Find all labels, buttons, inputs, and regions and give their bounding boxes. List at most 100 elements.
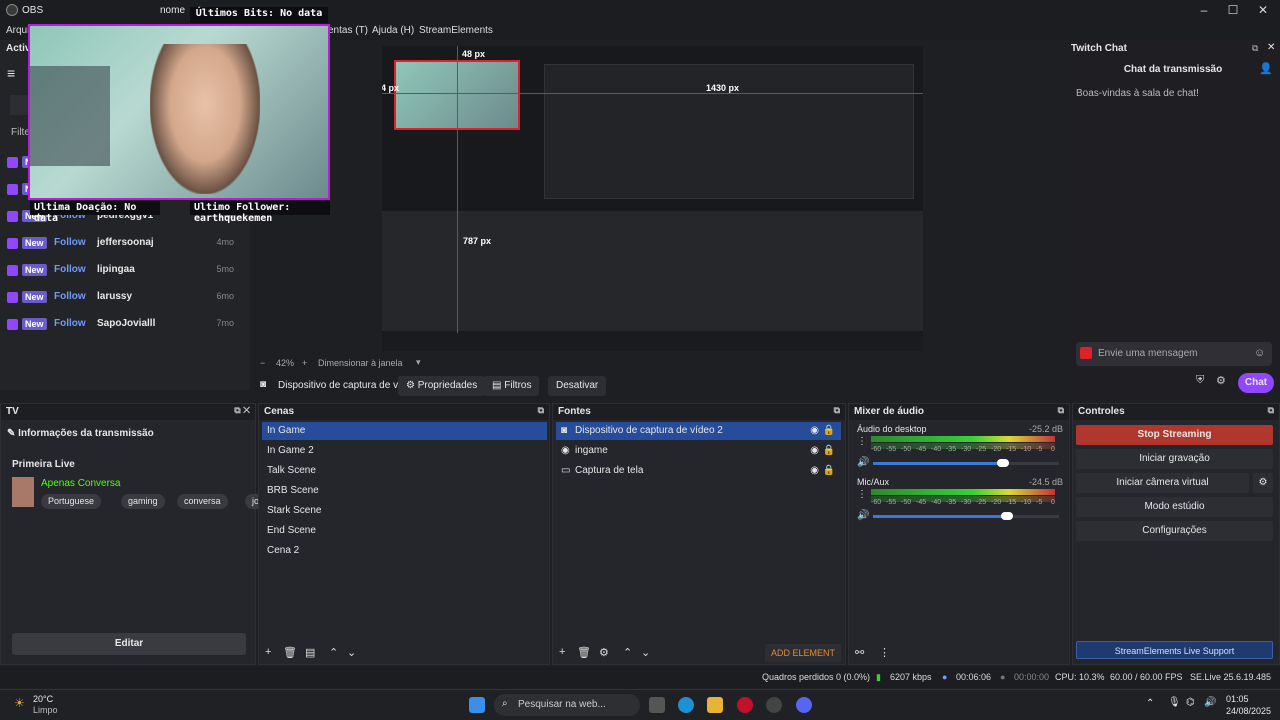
virtual-camera-button[interactable]: Iniciar câmera virtual	[1076, 473, 1249, 493]
float-icon[interactable]: ⧉	[538, 405, 544, 416]
eye-icon[interactable]: ◉	[810, 422, 819, 440]
pause-button[interactable]	[10, 95, 30, 115]
maximize-icon[interactable]: ☐	[1218, 3, 1248, 17]
network-icon[interactable]: ⌬	[1186, 697, 1195, 708]
scene-item[interactable]: End Scene	[262, 522, 547, 540]
menu-hamburger-icon[interactable]: ≡	[7, 65, 15, 81]
lock-icon[interactable]: 🔒	[823, 462, 835, 480]
mixer-toolbar: ⚯ ⋮	[849, 644, 1069, 664]
activity-row[interactable]: New Follow lipingaa 5mo	[0, 258, 240, 285]
move-up-icon[interactable]: ⌃	[623, 646, 632, 659]
zoom-out-button[interactable]: −	[260, 358, 265, 368]
obs-icon[interactable]	[766, 697, 782, 713]
zoom-in-button[interactable]: +	[302, 358, 307, 368]
weather-icon[interactable]: ☀	[14, 696, 25, 710]
source-item[interactable]: ◉ ingame ◉ 🔒	[556, 442, 841, 460]
virtual-camera-gear-icon[interactable]: ⚙	[1253, 473, 1273, 493]
taskbar-search[interactable]: ⌕ Pesquisar na web...	[494, 694, 640, 716]
scene-item[interactable]: In Game	[262, 422, 547, 440]
chevron-up-icon[interactable]: ⌃	[1146, 698, 1154, 709]
weather-desc[interactable]: Limpo	[33, 705, 58, 715]
float-icon[interactable]: ⧉	[834, 405, 840, 416]
users-icon[interactable]: 👤	[1259, 62, 1273, 75]
channel-menu-icon[interactable]: ⋮	[857, 489, 867, 500]
guide-line-v	[457, 46, 458, 351]
deactivate-button[interactable]: Desativar	[548, 376, 607, 396]
weather-temp[interactable]: 20°C	[33, 694, 53, 704]
add-element-button[interactable]: ADD ELEMENT	[765, 644, 841, 662]
close-icon[interactable]: ✕	[1248, 3, 1278, 17]
activity-row[interactable]: New Follow jeffersoonaj 4mo	[0, 231, 240, 258]
task-view-icon[interactable]	[649, 697, 665, 713]
bed-image	[30, 66, 110, 166]
menu-help[interactable]: Ajuda (H)	[372, 25, 414, 36]
menu-tools[interactable]: entas (T)	[328, 25, 368, 36]
studio-mode-button[interactable]: Modo estúdio	[1076, 497, 1273, 517]
float-icon[interactable]: ⧉	[1058, 405, 1064, 416]
add-source-icon[interactable]: +	[559, 646, 565, 658]
clock-time[interactable]: 01:05	[1226, 694, 1249, 704]
eye-icon[interactable]: ◉	[810, 462, 819, 480]
chevron-down-icon[interactable]: ▾	[416, 357, 421, 368]
volume-slider-handle[interactable]	[1001, 512, 1013, 520]
dock-close-icon[interactable]: ⧉ ✕	[234, 405, 250, 416]
volume-slider-fill	[873, 515, 1007, 518]
opera-icon[interactable]	[737, 697, 753, 713]
start-recording-button[interactable]: Iniciar gravação	[1076, 449, 1273, 469]
scene-filter-icon[interactable]: ▤	[305, 646, 315, 659]
live-support-button[interactable]: StreamElements Live Support	[1076, 641, 1273, 659]
settings-button[interactable]: Configurações	[1076, 521, 1273, 541]
channel-name: Áudio do desktop	[857, 424, 927, 434]
more-icon[interactable]: ⋮	[879, 646, 890, 659]
dock-close-icon[interactable]: ✕	[1267, 42, 1275, 53]
volume-icon[interactable]: 🔊	[857, 510, 869, 521]
volume-icon[interactable]: 🔊	[1204, 697, 1216, 708]
menu-file[interactable]: Arqui	[6, 25, 29, 36]
scene-item[interactable]: Cena 2	[262, 542, 547, 560]
scene-item[interactable]: Talk Scene	[262, 462, 547, 480]
scene-item[interactable]: Stark Scene	[262, 502, 547, 520]
mic-icon[interactable]: 🎙	[1168, 697, 1181, 708]
channel-menu-icon[interactable]: ⋮	[857, 436, 867, 447]
move-down-icon[interactable]: ⌄	[347, 646, 356, 659]
meter-tick: -10	[1021, 499, 1032, 506]
edge-icon[interactable]	[678, 697, 694, 713]
shield-icon[interactable]: ⛨	[1196, 374, 1204, 387]
lock-icon[interactable]: 🔒	[823, 442, 835, 460]
chat-send-button[interactable]: Chat	[1238, 373, 1274, 393]
preview-canvas[interactable]: 48 px 44 px 1430 px 787 px	[382, 46, 923, 351]
move-down-icon[interactable]: ⌄	[641, 646, 650, 659]
source-item[interactable]: ▭ Captura de tela ◉ 🔒	[556, 462, 841, 480]
discord-icon[interactable]	[796, 697, 812, 713]
clock-date[interactable]: 24/08/2025	[1226, 706, 1271, 716]
scene-item[interactable]: BRB Scene	[262, 482, 547, 500]
emote-icon[interactable]: ☺	[1254, 347, 1265, 359]
activity-row[interactable]: New Follow SapoJovialll 7mo	[0, 312, 240, 339]
volume-icon[interactable]: 🔊	[857, 457, 869, 468]
move-up-icon[interactable]: ⌃	[329, 646, 338, 659]
stop-streaming-button[interactable]: Stop Streaming	[1076, 425, 1273, 445]
windows-start-icon[interactable]	[469, 697, 485, 713]
trash-icon[interactable]: 🗑	[577, 646, 591, 659]
float-icon[interactable]: ⧉	[1252, 43, 1258, 54]
add-scene-icon[interactable]: +	[265, 646, 271, 658]
source-item[interactable]: ◙ Dispositivo de captura de vídeo 2 ◉ 🔒	[556, 422, 841, 440]
edit-button[interactable]: Editar	[12, 633, 246, 655]
chat-settings-icon[interactable]: ⚙	[1216, 374, 1226, 387]
resize-to-window[interactable]: Dimensionar à janela	[318, 358, 403, 368]
chat-input[interactable]: Envie uma mensagem ☺	[1076, 342, 1272, 366]
trash-icon[interactable]: 🗑	[283, 646, 297, 659]
source-settings-icon[interactable]: ⚙	[599, 646, 609, 659]
float-icon[interactable]: ⧉	[1268, 405, 1274, 416]
lock-icon[interactable]: 🔒	[823, 422, 835, 440]
file-explorer-icon[interactable]	[707, 697, 723, 713]
scene-item[interactable]: In Game 2	[262, 442, 547, 460]
filters-button[interactable]: ▤ Filtros	[484, 376, 540, 396]
minimize-icon[interactable]: –	[1189, 3, 1219, 17]
activity-row[interactable]: New Follow larussy 6mo	[0, 285, 240, 312]
menu-streamelements[interactable]: StreamElements	[419, 25, 493, 36]
properties-button[interactable]: ⚙ Propriedades	[398, 376, 486, 396]
eye-icon[interactable]: ◉	[810, 442, 819, 460]
volume-slider-handle[interactable]	[997, 459, 1009, 467]
link-icon[interactable]: ⚯	[855, 646, 864, 659]
